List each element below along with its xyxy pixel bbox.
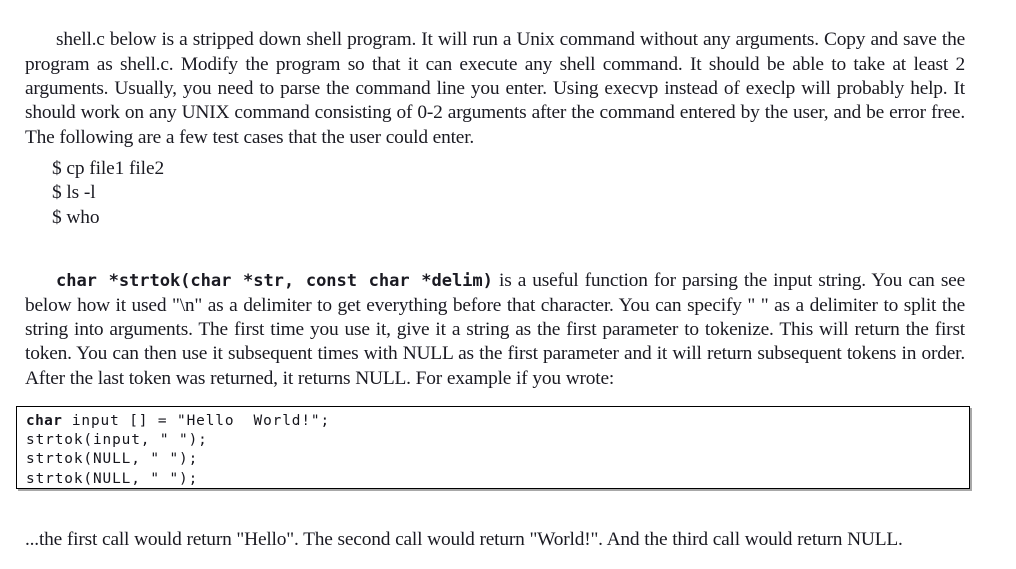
paragraph-intro: shell.c below is a stripped down shell p… — [25, 29, 965, 148]
code-listing-box: char input [] = "Hello World!"; strtok(i… — [16, 406, 970, 489]
command-list-item-cp: $ cp file1 file2 — [52, 158, 165, 179]
code-line-1: char input [] = "Hello World!"; — [26, 412, 969, 431]
code-keyword-char: char — [26, 413, 63, 429]
paragraph-result: ...the first call would return "Hello". … — [25, 529, 903, 551]
strtok-signature-code: char *strtok(char *str, const char *deli… — [56, 271, 493, 292]
code-line-4: strtok(NULL, " "); — [26, 470, 199, 487]
shell-command-list: $ cp file1 file2 $ ls -l $ who — [52, 157, 164, 230]
command-list-item-who: $ who — [52, 206, 100, 228]
code-line-2: strtok(input, " "); — [26, 432, 208, 449]
code-line-1-rest: input [] = "Hello World!"; — [62, 413, 331, 429]
code-listing-content: char input [] = "Hello World!"; strtok(i… — [17, 407, 969, 489]
code-line-3: strtok(NULL, " "); — [26, 451, 199, 468]
paragraph-strtok: char *strtok(char *str, const char *deli… — [25, 269, 965, 390]
document-page: shell.c below is a stripped down shell p… — [0, 0, 1016, 569]
command-list-item-ls: $ ls -l — [52, 182, 96, 204]
